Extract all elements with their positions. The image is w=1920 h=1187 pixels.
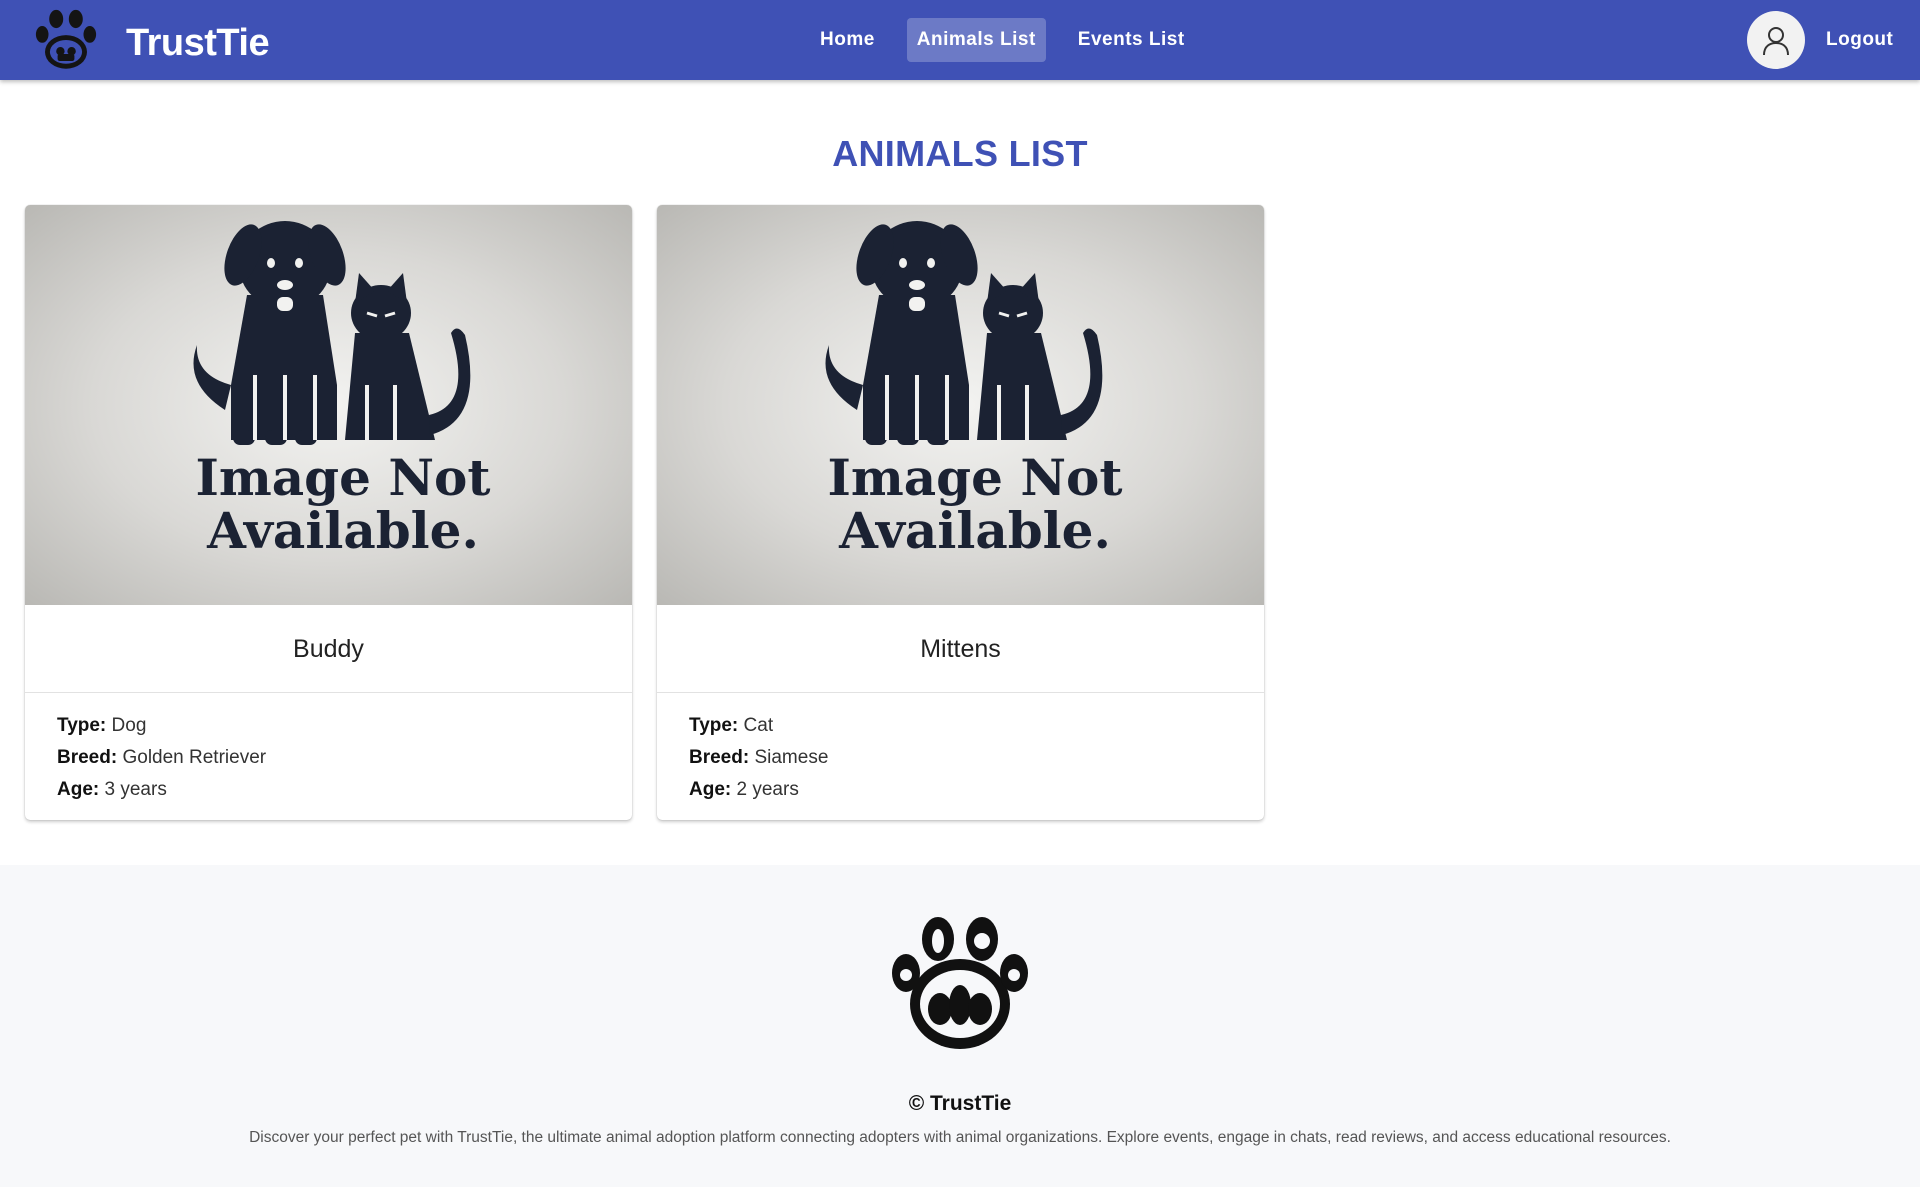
animal-details: Type: Cat Breed: Siamese Age: 2 years xyxy=(657,693,1264,806)
type-value: Cat xyxy=(743,715,774,736)
type-label: Type: xyxy=(689,715,739,736)
dog-and-cat-illustration: Image Not Available. xyxy=(193,221,491,560)
paw-logo-icon xyxy=(35,9,97,69)
animal-details: Type: Dog Breed: Golden Retriever Age: 3… xyxy=(25,693,632,806)
top-navbar: TrustTie Home Animals List Events List L… xyxy=(0,0,1920,80)
page-title: ANIMALS LIST xyxy=(832,133,1088,174)
age-value: 2 years xyxy=(736,779,799,800)
logout-button[interactable]: Logout xyxy=(1826,18,1893,62)
breed-label: Breed: xyxy=(689,747,750,768)
footer: © TrustTie Discover your perfect pet wit… xyxy=(0,865,1920,1187)
age-label: Age: xyxy=(689,779,732,800)
animal-card[interactable]: Image Not Available. Mittens Type: Cat B… xyxy=(657,205,1264,820)
breed-value: Golden Retriever xyxy=(122,747,267,768)
animal-age-row: Age: 2 years xyxy=(689,774,1264,806)
animal-image-placeholder: Image Not Available. xyxy=(25,205,632,605)
breed-value: Siamese xyxy=(754,747,829,768)
user-avatar-button[interactable] xyxy=(1747,11,1805,69)
animal-image-placeholder: Image Not Available. xyxy=(657,205,1264,605)
age-label: Age: xyxy=(57,779,100,800)
nav-link-home[interactable]: Home xyxy=(810,18,885,62)
brand[interactable]: TrustTie xyxy=(31,5,270,75)
type-label: Type: xyxy=(57,715,107,736)
nav-links: Home Animals List Events List xyxy=(810,18,1217,62)
nav-link-events-list[interactable]: Events List xyxy=(1068,18,1195,62)
animal-name: Buddy xyxy=(25,605,632,693)
age-value: 3 years xyxy=(104,779,167,800)
placeholder-text-line1: Image Not xyxy=(195,448,490,507)
placeholder-text-line2: Available. xyxy=(838,501,1111,560)
user-icon xyxy=(1763,27,1789,56)
animal-card[interactable]: Image Not Available. Buddy Type: Dog Bre… xyxy=(25,205,632,820)
animal-type-row: Type: Dog xyxy=(57,710,632,742)
type-value: Dog xyxy=(111,715,147,736)
animal-type-row: Type: Cat xyxy=(689,710,1264,742)
animal-breed-row: Breed: Siamese xyxy=(689,742,1264,774)
dog-and-cat-illustration: Image Not Available. xyxy=(825,221,1123,560)
brand-name: TrustTie xyxy=(126,22,270,64)
animal-name: Mittens xyxy=(657,605,1264,693)
animal-breed-row: Breed: Golden Retriever xyxy=(57,742,632,774)
footer-copyright: © TrustTie xyxy=(908,1092,1012,1115)
placeholder-text-line1: Image Not xyxy=(827,448,1122,507)
breed-label: Breed: xyxy=(57,747,118,768)
placeholder-text-line2: Available. xyxy=(206,501,479,560)
paw-logo-icon xyxy=(892,917,1028,1049)
footer-description: Discover your perfect pet with TrustTie,… xyxy=(249,1129,1671,1146)
animal-age-row: Age: 3 years xyxy=(57,774,632,806)
nav-link-animals-list[interactable]: Animals List xyxy=(906,18,1046,62)
